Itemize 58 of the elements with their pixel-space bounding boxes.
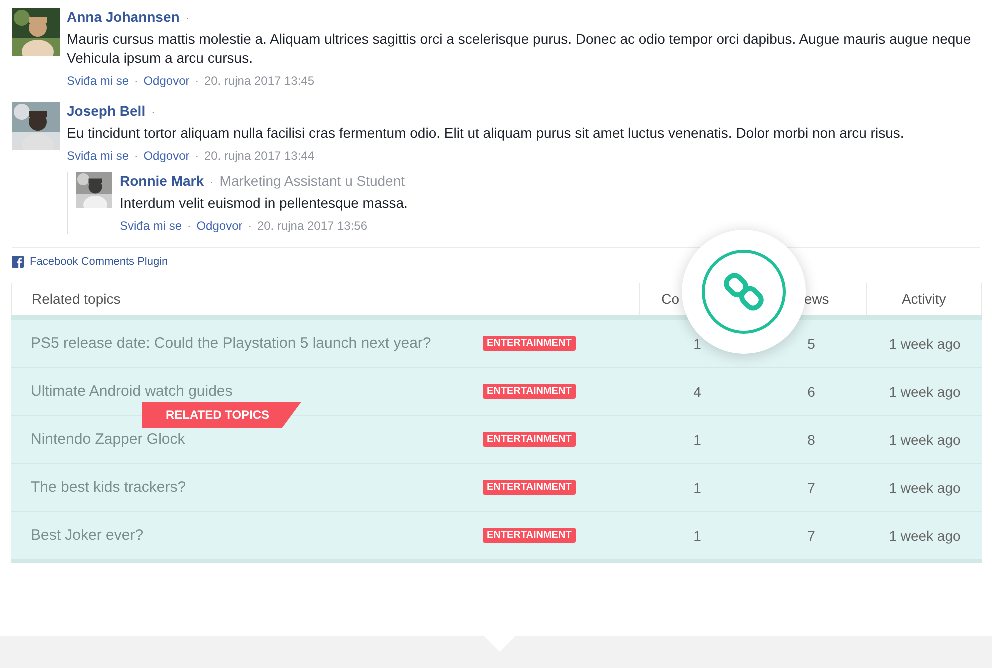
table-cell: 1 (694, 528, 702, 544)
chain-link-icon (722, 270, 766, 314)
separator-dot: · (210, 175, 214, 189)
comment-text: Mauris cursus mattis molestie a. Aliquam ultrices sagittis orci a scelerisque purus. Donec ac odio tempor orci dapibus. Augue mauris augue neque Vehicula ipsum a arcu cursus. (67, 30, 972, 68)
separator-dot: · (186, 11, 190, 25)
table-cell: 7 (808, 480, 816, 496)
category-tag[interactable]: ENTERTAINMENT (483, 336, 576, 351)
comment-time: 20. rujna 2017 13:44 (204, 149, 315, 163)
separator-dot: · (195, 74, 200, 88)
table-cell: 7 (808, 528, 816, 544)
separator-dot: · (248, 219, 252, 233)
comment-text: Interdum velit euismod in pellentesque massa. (120, 194, 409, 213)
like-link[interactable]: Sviđa mi se (67, 149, 130, 163)
table-cell: 1 (694, 480, 702, 496)
category-tag[interactable]: ENTERTAINMENT (483, 528, 576, 543)
table-cell: 5 (808, 336, 816, 352)
table-cell: 1 week ago (889, 432, 961, 448)
comment-time: 20. rujna 2017 13:45 (204, 74, 315, 88)
category-tag[interactable]: ENTERTAINMENT (483, 432, 576, 447)
separator-dot: · (195, 149, 200, 163)
comment-text: Eu tincidunt tortor aliquam nulla facilisi cras fermentum odio. Elit ut aliquam purus sit amet luctus venenatis. Dolor morbi non arcu risus. (67, 124, 906, 143)
column-header: ews (804, 291, 830, 307)
like-link[interactable]: Sviđa mi se (120, 219, 182, 233)
author-link[interactable]: Anna Johannsen (67, 9, 180, 25)
table-cell: 1 week ago (889, 384, 961, 400)
reply-link[interactable]: Odgovor (144, 74, 190, 88)
topic-link[interactable]: Best Joker ever? (31, 527, 144, 544)
author-link[interactable]: Ronnie Mark (120, 173, 204, 189)
separator-dot: · (151, 105, 156, 119)
table-cell: 1 (694, 336, 702, 352)
separator-dot: · (134, 74, 138, 88)
separator-dot: · (134, 149, 138, 163)
table-cell: 1 week ago (889, 528, 961, 544)
author-link[interactable]: Joseph Bell (67, 103, 146, 119)
topic-link[interactable]: Ultimate Android watch guides (31, 383, 233, 400)
like-link[interactable]: Sviđa mi se (67, 74, 130, 88)
column-header: Co (662, 291, 680, 307)
column-header: Activity (902, 291, 946, 307)
table-cell: 6 (808, 384, 816, 400)
category-tag[interactable]: ENTERTAINMENT (483, 384, 576, 399)
table-cell: 8 (808, 432, 816, 448)
category-tag[interactable]: ENTERTAINMENT (483, 480, 576, 495)
comment-time: 20. rujna 2017 13:56 (257, 219, 368, 233)
reply-link[interactable]: Odgovor (196, 219, 243, 233)
topic-link[interactable]: Nintendo Zapper Glock (31, 431, 186, 448)
table-cell: 4 (694, 384, 702, 400)
table-cell: 1 (694, 432, 702, 448)
separator-dot: · (187, 219, 192, 233)
table-cell: 1 week ago (889, 480, 961, 496)
table-cell: 1 week ago (889, 336, 961, 352)
topic-link[interactable]: PS5 release date: Could the Playstation 5 launch next year? (31, 335, 432, 352)
section-ribbon: RELATED TOPICS (142, 402, 302, 428)
plugin-link[interactable]: Facebook Comments Plugin (30, 256, 168, 268)
facebook-icon (12, 256, 24, 268)
column-header: Related topics (32, 291, 121, 307)
topic-link[interactable]: The best kids trackers? (31, 479, 186, 496)
author-role: Marketing Assistant u Student (220, 173, 406, 189)
reply-link[interactable]: Odgovor (144, 149, 190, 163)
